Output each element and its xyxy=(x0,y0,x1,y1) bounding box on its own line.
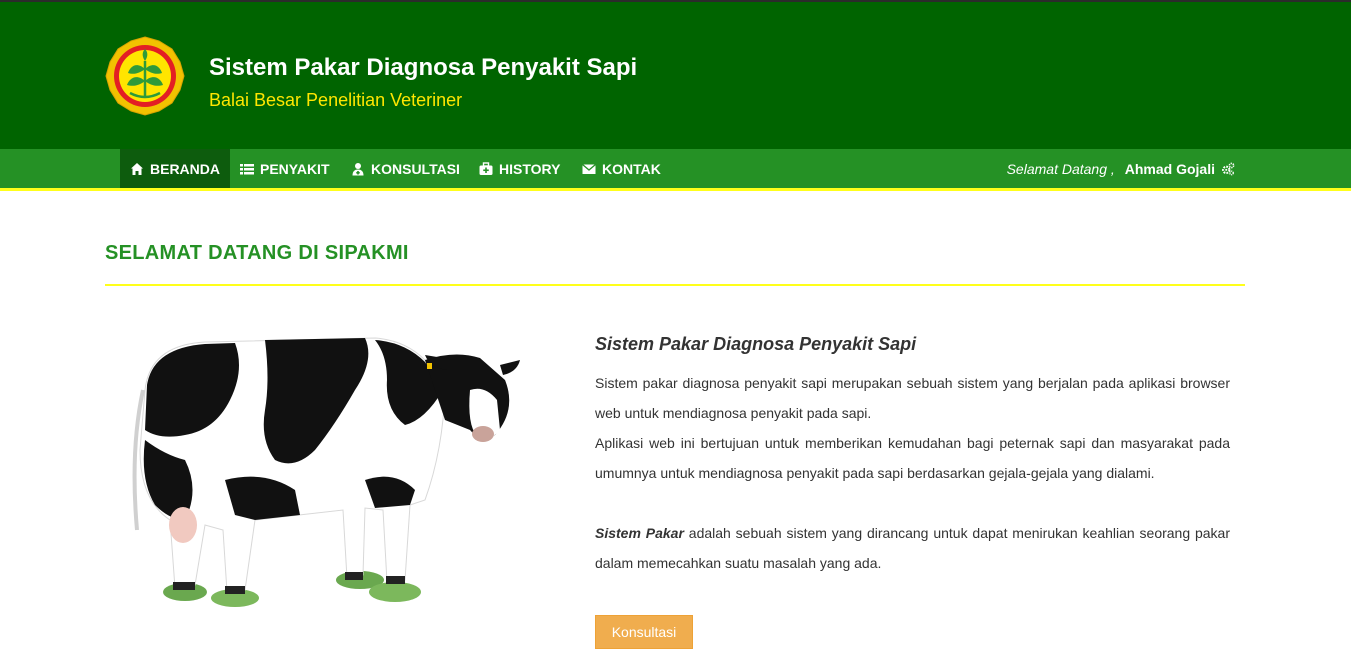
home-icon xyxy=(131,162,143,175)
nav-label-history: HISTORY xyxy=(499,160,561,177)
list-icon xyxy=(240,163,254,174)
medkit-icon xyxy=(479,161,493,175)
main-navbar: BERANDA PENYAKIT KONSULTASI HISTORY KONT… xyxy=(0,149,1351,191)
welcome-text: Selamat Datang , xyxy=(1006,160,1115,177)
nav-item-penyakit[interactable]: PENYAKIT xyxy=(230,149,340,188)
article-paragraph-3: Sistem Pakar adalah sebuah sistem yang d… xyxy=(595,518,1230,578)
article-paragraph-2: Aplikasi web ini bertujuan untuk memberi… xyxy=(595,435,1230,481)
site-title: Sistem Pakar Diagnosa Penyakit Sapi xyxy=(209,54,638,81)
page-title: SELAMAT DATANG DI SIPAKMI xyxy=(105,242,409,264)
nav-item-beranda[interactable]: BERANDA xyxy=(120,149,230,188)
welcome-user: Selamat Datang , Ahmad Gojali xyxy=(1007,149,1235,188)
nav-item-kontak[interactable]: KONTAK xyxy=(572,149,671,188)
intro-article: Sistem Pakar Diagnosa Penyakit Sapi Sist… xyxy=(595,330,1230,578)
nav-label-penyakit: PENYAKIT xyxy=(260,160,330,177)
ministry-seal-logo[interactable] xyxy=(104,35,186,117)
nav-label-konsultasi: KONSULTASI xyxy=(371,160,460,177)
site-subtitle: Balai Besar Penelitian Veteriner xyxy=(209,90,463,110)
envelope-icon xyxy=(582,163,596,174)
expert-system-definition: adalah sebuah sistem yang dirancang untu… xyxy=(595,525,1231,571)
article-title: Sistem Pakar Diagnosa Penyakit Sapi xyxy=(595,334,917,354)
gears-icon[interactable] xyxy=(1221,162,1235,176)
user-md-icon xyxy=(352,162,364,175)
nav-label-beranda: BERANDA xyxy=(150,160,220,177)
title-divider xyxy=(105,284,1245,286)
konsultasi-button[interactable]: Konsultasi xyxy=(595,615,693,649)
nav-label-kontak: KONTAK xyxy=(602,160,661,177)
nav-item-history[interactable]: HISTORY xyxy=(469,149,570,188)
cow-image xyxy=(132,337,520,607)
nav-item-konsultasi[interactable]: KONSULTASI xyxy=(341,149,470,188)
article-paragraph-1: Sistem pakar diagnosa penyakit sapi meru… xyxy=(595,375,1230,421)
user-name[interactable]: Ahmad Gojali xyxy=(1125,161,1215,177)
site-header: Sistem Pakar Diagnosa Penyakit Sapi Bala… xyxy=(0,0,1351,149)
expert-system-term: Sistem Pakar xyxy=(595,525,684,541)
